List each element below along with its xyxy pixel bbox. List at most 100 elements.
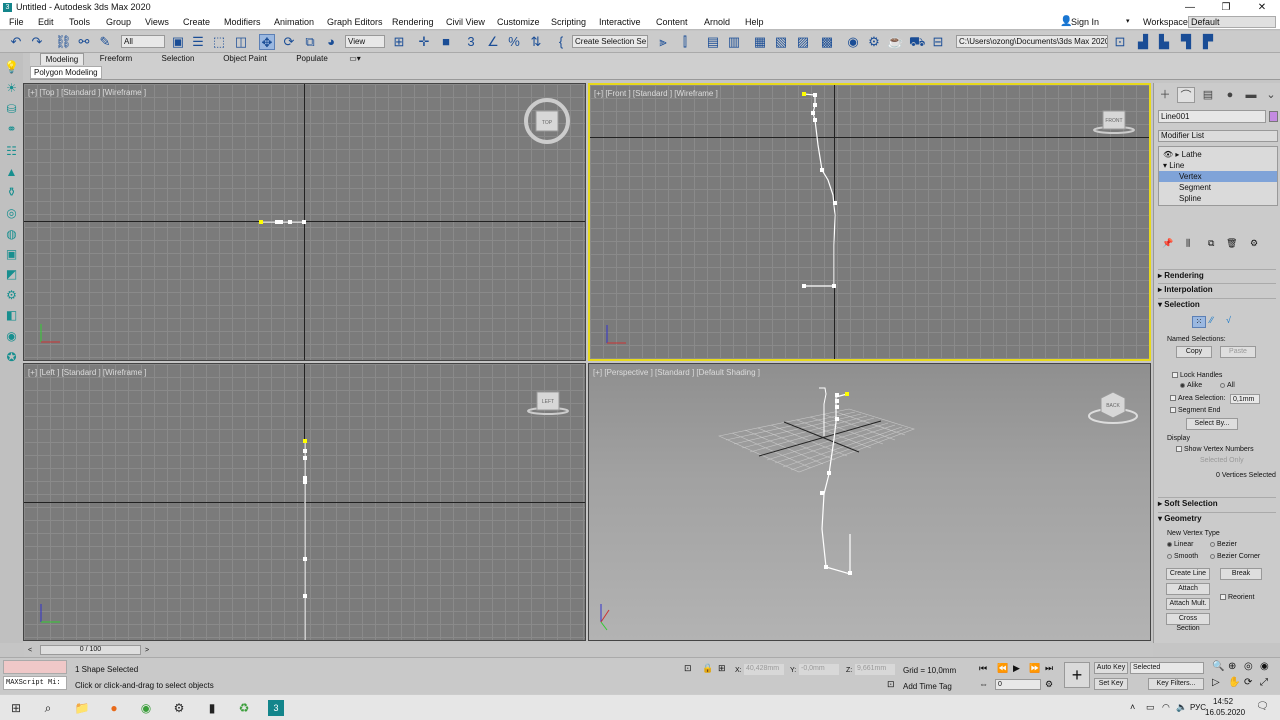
set-project-folder-icon[interactable]: ▜ xyxy=(1178,34,1194,50)
vertex-point[interactable] xyxy=(259,220,263,224)
key-mode-icon[interactable]: ⇔ xyxy=(979,680,988,689)
vertex-point[interactable] xyxy=(835,405,839,409)
windows-start-icon[interactable]: ⊞ xyxy=(8,700,24,716)
zoom-all-icon[interactable]: ⊕ xyxy=(1228,662,1236,672)
keyboard-shortcut-icon[interactable]: ■ xyxy=(438,34,454,50)
vertex-point[interactable] xyxy=(835,393,839,397)
spline-select-icon[interactable]: √ xyxy=(1226,316,1231,325)
vertex-point[interactable] xyxy=(845,392,849,396)
scene-icon[interactable]: ◍ xyxy=(4,227,19,242)
maximize-button[interactable]: ❐ xyxy=(1208,0,1244,15)
minimize-button[interactable]: — xyxy=(1172,0,1208,15)
time-config-icon[interactable]: ⚙ xyxy=(1045,680,1053,689)
y-coordinate-field[interactable]: -0,0mm xyxy=(799,664,839,675)
rect-selection-icon[interactable]: ⬚ xyxy=(211,34,227,50)
viewcube-left[interactable]: LEFT xyxy=(527,391,569,415)
list-icon[interactable]: ☷ xyxy=(4,144,19,159)
next-frame-icon[interactable]: > xyxy=(145,646,149,655)
vertex-select-icon[interactable]: ⁙ xyxy=(1192,316,1206,328)
break-button[interactable]: Break xyxy=(1220,568,1262,580)
vertex-point[interactable] xyxy=(820,491,824,495)
attach-button[interactable]: Attach xyxy=(1166,583,1210,595)
maxscript-listener-output[interactable] xyxy=(3,660,67,674)
tab-selection[interactable]: Selection xyxy=(156,53,200,65)
stack-item-lathe[interactable]: 👁 ▸ Lathe xyxy=(1159,149,1277,160)
goto-end-icon[interactable]: ⏭ xyxy=(1045,664,1053,673)
current-frame-field[interactable]: 0 xyxy=(995,679,1041,690)
vertex-point[interactable] xyxy=(813,93,817,97)
wifi-icon[interactable]: ◠ xyxy=(1162,703,1170,712)
firefox-icon[interactable]: ● xyxy=(106,700,122,716)
prev-frame-icon[interactable]: < xyxy=(28,646,32,655)
viewport-left[interactable]: [+] [Left ] [Standard ] [Wireframe ] LEF… xyxy=(23,363,586,641)
reorient-checkbox[interactable]: Reorient xyxy=(1220,593,1254,602)
viewport-top[interactable]: [+] [Top ] [Standard ] [Wireframe ] TOP xyxy=(23,83,586,361)
vertex-point[interactable] xyxy=(811,111,815,115)
vertex-point[interactable] xyxy=(303,594,307,598)
unlink-icon[interactable]: ⚯ xyxy=(76,34,92,50)
paste-button[interactable]: Paste xyxy=(1220,346,1256,358)
area-selection-spinner[interactable]: 0,1mm xyxy=(1230,394,1260,404)
menu-civil-view[interactable]: Civil View xyxy=(446,17,485,27)
rendered-frame-window-icon[interactable]: ☕ xyxy=(887,34,903,50)
menu-group[interactable]: Group xyxy=(106,17,131,27)
time-tag-icon[interactable]: ⊡ xyxy=(887,680,895,689)
alike-radio[interactable]: Alike xyxy=(1180,381,1202,390)
vertex-point[interactable] xyxy=(832,284,836,288)
chrome-icon[interactable]: ◉ xyxy=(138,700,154,716)
angle-snap-icon[interactable]: ∠ xyxy=(485,34,501,50)
stack-item-line[interactable]: ▾ Line xyxy=(1159,160,1277,171)
window-crossing-icon[interactable]: ◫ xyxy=(233,34,249,50)
modify-tab-icon[interactable]: ⌒ xyxy=(1177,87,1195,103)
selection-set-dropdown[interactable]: Selected xyxy=(1130,662,1204,674)
vertex-point[interactable] xyxy=(835,417,839,421)
app-icon[interactable]: ♻ xyxy=(236,700,252,716)
rollout-geometry[interactable]: ▾ Geometry xyxy=(1158,512,1276,524)
menu-modifiers[interactable]: Modifiers xyxy=(224,17,261,27)
3ds-max-taskbar-icon[interactable]: 3 xyxy=(268,700,284,716)
zoom-icon[interactable]: 🔍 xyxy=(1212,662,1224,672)
workspaces-selector[interactable]: Workspaces: Default xyxy=(1140,16,1280,29)
menu-create[interactable]: Create xyxy=(183,17,210,27)
vertex-point[interactable] xyxy=(275,220,279,224)
pin-stack-icon[interactable]: 📌 xyxy=(1162,239,1173,248)
orbit-icon[interactable]: ⟳ xyxy=(1244,678,1252,688)
goto-start-icon[interactable]: ⏮ xyxy=(979,664,987,673)
vertex-point[interactable] xyxy=(303,439,307,443)
bezier-corner-radio[interactable]: Bezier Corner xyxy=(1210,552,1260,561)
stack-item-spline[interactable]: Spline xyxy=(1159,193,1277,204)
menu-tools[interactable]: Tools xyxy=(69,17,90,27)
configure-modifier-sets-icon[interactable]: ⚙ xyxy=(1250,239,1258,248)
vertex-point[interactable] xyxy=(303,456,307,460)
show-end-result-icon[interactable]: ⫼ xyxy=(1186,239,1190,248)
menu-customize[interactable]: Customize xyxy=(497,17,540,27)
bone-icon[interactable]: ◎ xyxy=(4,206,19,221)
zoom-extents-icon[interactable]: ◎ xyxy=(1244,662,1253,672)
create-tab-icon[interactable]: ＋ xyxy=(1156,87,1174,103)
isolate-selection-icon[interactable]: ⊡ xyxy=(684,664,692,673)
bind-space-warp-icon[interactable]: ✎ xyxy=(97,34,113,50)
x-coordinate-field[interactable]: 40,428mm xyxy=(744,664,784,675)
render-in-cloud-icon[interactable]: ⊟ xyxy=(930,34,946,50)
select-manipulate-icon[interactable]: ✛ xyxy=(416,34,432,50)
space-warp-icon[interactable]: ◧ xyxy=(4,308,19,323)
vertex-point[interactable] xyxy=(302,220,306,224)
sculpt-icon[interactable]: ▲ xyxy=(4,165,19,180)
render-icon[interactable]: ⛁ xyxy=(4,102,19,117)
tab-modeling[interactable]: Modeling xyxy=(40,53,84,65)
tab-freeform[interactable]: Freeform xyxy=(94,53,138,65)
segment-end-checkbox[interactable]: Segment End xyxy=(1170,406,1220,415)
sign-in-dropdown[interactable]: 👤 Sign In ▾ xyxy=(1060,16,1136,29)
undo-icon[interactable]: ↶ xyxy=(8,34,24,50)
vertex-point[interactable] xyxy=(827,471,831,475)
menu-animation[interactable]: Animation xyxy=(274,17,314,27)
vertex-point[interactable] xyxy=(813,118,817,122)
remove-modifier-icon[interactable]: 🗑 xyxy=(1226,239,1237,248)
motion-tab-icon[interactable]: ● xyxy=(1221,87,1239,103)
cross-section-button[interactable]: Cross Section xyxy=(1166,613,1210,632)
light-icon[interactable]: ◩ xyxy=(4,267,19,282)
mirror-icon[interactable]: ⫸ xyxy=(655,34,671,50)
scene-explorer-icon[interactable]: ▤ xyxy=(705,34,721,50)
object-color-swatch[interactable] xyxy=(1269,111,1278,122)
vertex-point[interactable] xyxy=(303,449,307,453)
